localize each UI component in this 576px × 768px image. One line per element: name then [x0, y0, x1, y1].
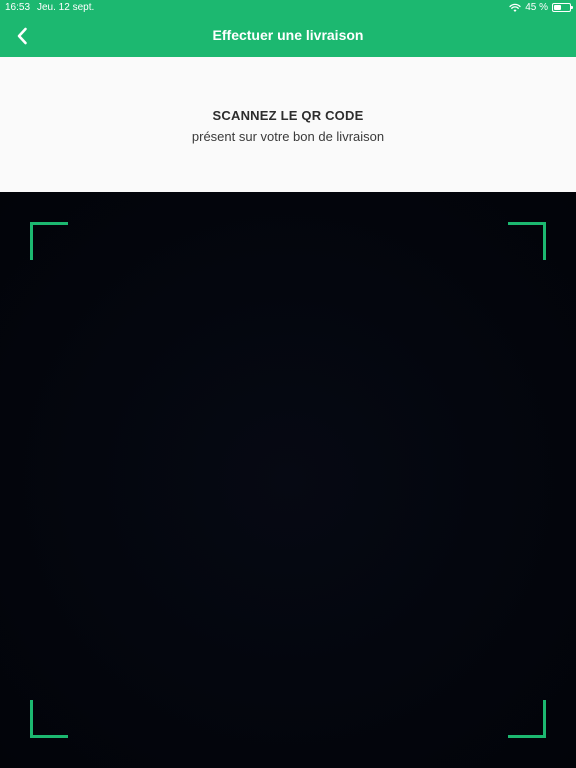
app-header: 16:53 Jeu. 12 sept. 45 % Effectuer une l… [0, 0, 576, 57]
battery-icon [552, 3, 573, 12]
battery-fill [554, 5, 561, 10]
instruction-heading: SCANNEZ LE QR CODE [212, 108, 364, 123]
viewfinder-corner-bottom-left [30, 700, 68, 738]
viewfinder-corner-top-left [30, 222, 68, 260]
scan-instructions: SCANNEZ LE QR CODE présent sur votre bon… [0, 57, 576, 192]
page-title: Effectuer une livraison [212, 27, 364, 43]
status-right: 45 % [509, 2, 573, 13]
wifi-icon [509, 3, 521, 12]
viewfinder-corner-top-right [508, 222, 546, 260]
instruction-subtext: présent sur votre bon de livraison [191, 129, 385, 144]
camera-viewfinder[interactable] [0, 192, 576, 768]
status-bar: 16:53 Jeu. 12 sept. 45 % [0, 0, 576, 16]
viewfinder-corner-bottom-right [508, 700, 546, 738]
status-time: 16:53 [5, 2, 31, 13]
status-date: Jeu. 12 sept. [37, 2, 95, 13]
navigation-bar: Effectuer une livraison [0, 16, 576, 57]
battery-percentage: 45 % [525, 2, 548, 13]
battery-cap [571, 6, 573, 9]
